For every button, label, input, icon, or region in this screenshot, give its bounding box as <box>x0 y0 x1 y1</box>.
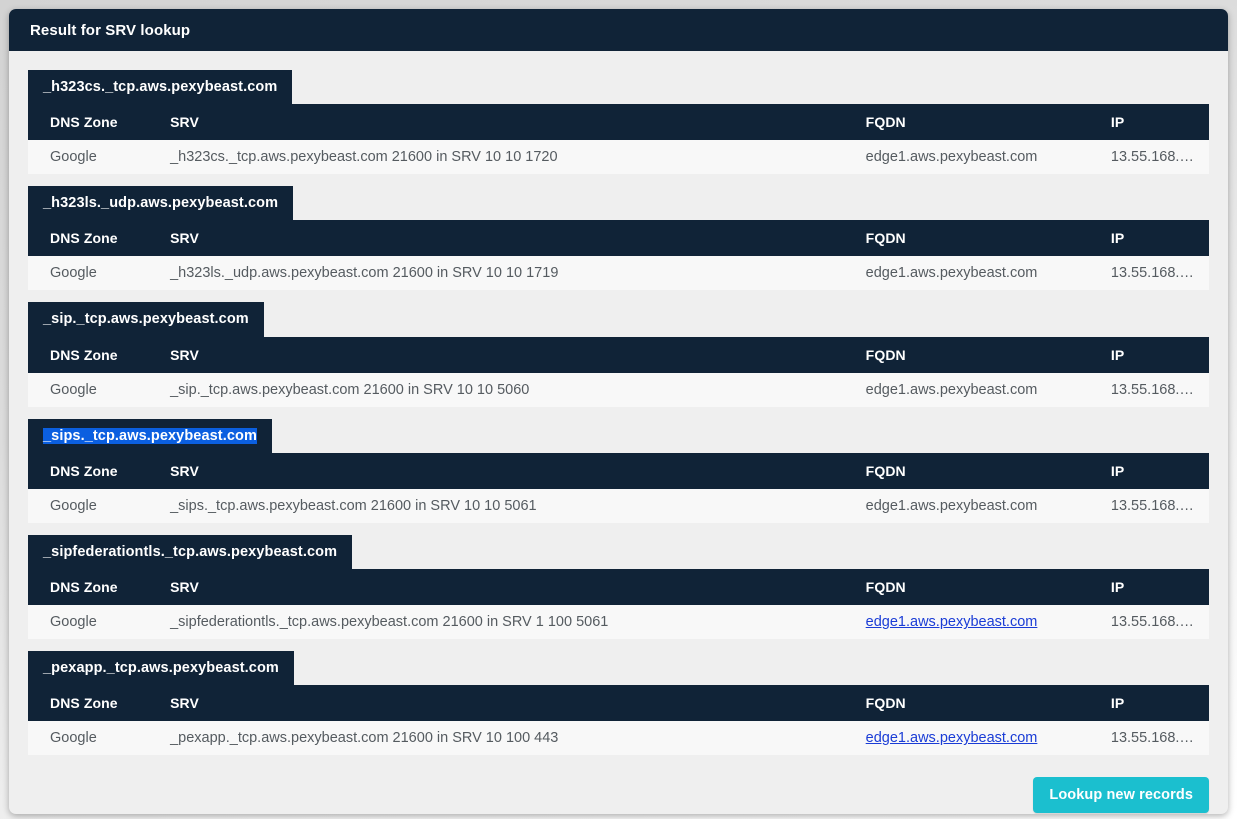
column-header-dns-zone: DNS Zone <box>28 452 149 489</box>
table-row: Google _sip._tcp.aws.pexybeast.com 21600 … <box>28 372 1209 407</box>
cell-srv: _h323cs._tcp.aws.pexybeast.com 21600 in … <box>148 140 844 175</box>
cell-srv: _sips._tcp.aws.pexybeast.com 21600 in SR… <box>148 488 844 523</box>
table-row: Google _sips._tcp.aws.pexybeast.com 21600… <box>28 488 1209 523</box>
cell-ip: 13.55.168.207 <box>1088 721 1209 756</box>
lookup-new-records-button[interactable]: Lookup new records <box>1033 777 1209 814</box>
column-header-dns-zone: DNS Zone <box>28 569 149 606</box>
column-header-dns-zone: DNS Zone <box>28 685 149 722</box>
cell-dns-zone: Google <box>28 372 149 407</box>
table-header-row: DNS Zone SRV FQDN IP <box>28 220 1209 257</box>
record-block-title[interactable]: _sipfederationtls._tcp.aws.pexybeast.com <box>28 534 353 571</box>
cell-ip: 13.55.168.207 <box>1088 140 1209 175</box>
table-row: Google _h323ls._udp.aws.pexybeast.com 216… <box>28 256 1209 291</box>
column-header-dns-zone: DNS Zone <box>28 336 149 373</box>
cell-dns-zone: Google <box>28 605 149 640</box>
record-block-title[interactable]: _sip._tcp.aws.pexybeast.com <box>28 302 264 338</box>
column-header-srv: SRV <box>148 452 844 489</box>
record-block-title[interactable]: _pexapp._tcp.aws.pexybeast.com <box>28 651 294 687</box>
column-header-ip: IP <box>1088 220 1209 257</box>
cell-dns-zone: Google <box>28 721 149 756</box>
table-row: Google _sipfederationtls._tcp.aws.pexybea… <box>28 605 1209 640</box>
table-row: Google _h323cs._tcp.aws.pexybeast.com 216… <box>28 140 1209 175</box>
column-header-dns-zone: DNS Zone <box>28 220 149 257</box>
card-header: Result for SRV lookup <box>9 9 1228 51</box>
cell-ip: 13.55.168.207 <box>1088 488 1209 523</box>
cell-ip: 13.55.168.207 <box>1088 605 1209 640</box>
cell-fqdn[interactable]: edge1.aws.pexybeast.com <box>843 721 1089 756</box>
fqdn-link[interactable]: edge1.aws.pexybeast.com <box>866 614 1038 630</box>
table-row: Google _pexapp._tcp.aws.pexybeast.com 216… <box>28 721 1209 756</box>
record-block-title[interactable]: _h323cs._tcp.aws.pexybeast.com <box>28 70 293 106</box>
record-block: _sipfederationtls._tcp.aws.pexybeast.com… <box>28 534 1209 640</box>
column-header-ip: IP <box>1088 569 1209 606</box>
column-header-fqdn: FQDN <box>843 104 1089 141</box>
result-card: Result for SRV lookup _h323cs._tcp.aws.p… <box>9 9 1228 814</box>
column-header-fqdn: FQDN <box>843 569 1089 606</box>
column-header-srv: SRV <box>148 104 844 141</box>
cell-srv: _h323ls._udp.aws.pexybeast.com 21600 in … <box>148 256 844 291</box>
footer-bar: Lookup new records <box>9 767 1228 814</box>
column-header-ip: IP <box>1088 452 1209 489</box>
column-header-dns-zone: DNS Zone <box>28 104 149 141</box>
column-header-srv: SRV <box>148 685 844 722</box>
column-header-fqdn: FQDN <box>843 685 1089 722</box>
cell-dns-zone: Google <box>28 140 149 175</box>
column-header-fqdn: FQDN <box>843 452 1089 489</box>
column-header-srv: SRV <box>148 569 844 606</box>
cell-fqdn: edge1.aws.pexybeast.com <box>843 488 1089 523</box>
record-block: _sip._tcp.aws.pexybeast.com DNS Zone SRV FQ… <box>28 302 1209 407</box>
record-block: _h323cs._tcp.aws.pexybeast.com DNS Zone SR… <box>28 70 1209 175</box>
record-block: _pexapp._tcp.aws.pexybeast.com DNS Zone SR… <box>28 651 1209 756</box>
cell-dns-zone: Google <box>28 256 149 291</box>
table-header-row: DNS Zone SRV FQDN IP <box>28 104 1209 141</box>
column-header-srv: SRV <box>148 336 844 373</box>
cell-dns-zone: Google <box>28 488 149 523</box>
table-header-row: DNS Zone SRV FQDN IP <box>28 452 1209 489</box>
table-header-row: DNS Zone SRV FQDN IP <box>28 569 1209 606</box>
record-block-title[interactable]: _h323ls._udp.aws.pexybeast.com <box>28 186 294 222</box>
record-table: DNS Zone SRV FQDN IP Google _sip._tcp.aws.pex… <box>28 336 1209 407</box>
page-title: Result for SRV lookup <box>30 21 191 39</box>
cell-fqdn: edge1.aws.pexybeast.com <box>843 256 1089 291</box>
record-table: DNS Zone SRV FQDN IP Google _sipfederationtls… <box>28 569 1209 640</box>
cell-fqdn: edge1.aws.pexybeast.com <box>843 372 1089 407</box>
cell-srv: _sipfederationtls._tcp.aws.pexybeast.com… <box>148 605 844 640</box>
records-container: _h323cs._tcp.aws.pexybeast.com DNS Zone SR… <box>9 51 1228 756</box>
table-header-row: DNS Zone SRV FQDN IP <box>28 336 1209 373</box>
cell-srv: _sip._tcp.aws.pexybeast.com 21600 in SRV… <box>148 372 844 407</box>
selected-text-highlight: _sips._tcp.aws.pexybeast.com <box>43 427 257 444</box>
column-header-fqdn: FQDN <box>843 336 1089 373</box>
column-header-ip: IP <box>1088 685 1209 722</box>
record-table: DNS Zone SRV FQDN IP Google _h323ls._udp.aws.… <box>28 220 1209 291</box>
record-table: DNS Zone SRV FQDN IP Google _pexapp._tcp.aws.… <box>28 685 1209 756</box>
cell-ip: 13.55.168.207 <box>1088 372 1209 407</box>
column-header-ip: IP <box>1088 104 1209 141</box>
record-block-title[interactable]: _sips._tcp.aws.pexybeast.com <box>28 418 272 454</box>
record-block: _h323ls._udp.aws.pexybeast.com DNS Zone SR… <box>28 186 1209 291</box>
table-header-row: DNS Zone SRV FQDN IP <box>28 685 1209 722</box>
fqdn-link[interactable]: edge1.aws.pexybeast.com <box>866 730 1038 746</box>
cell-srv: _pexapp._tcp.aws.pexybeast.com 21600 in … <box>148 721 844 756</box>
cell-ip: 13.55.168.207 <box>1088 256 1209 291</box>
column-header-ip: IP <box>1088 336 1209 373</box>
cell-fqdn[interactable]: edge1.aws.pexybeast.com <box>843 605 1089 640</box>
column-header-srv: SRV <box>148 220 844 257</box>
cell-fqdn: edge1.aws.pexybeast.com <box>843 140 1089 175</box>
column-header-fqdn: FQDN <box>843 220 1089 257</box>
record-table: DNS Zone SRV FQDN IP Google _sips._tcp.aws.pe… <box>28 452 1209 523</box>
record-table: DNS Zone SRV FQDN IP Google _h323cs._tcp.aws.… <box>28 104 1209 175</box>
record-block: _sips._tcp.aws.pexybeast.com DNS Zone SRV F… <box>28 418 1209 523</box>
